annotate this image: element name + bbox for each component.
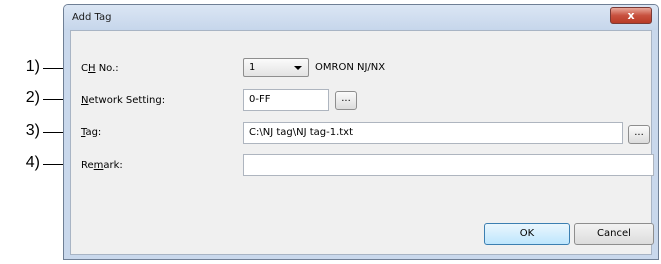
dialog-title: Add Tag (72, 12, 112, 23)
callout-3: 3) (25, 122, 40, 139)
remark-label: Remark: (81, 160, 123, 171)
cancel-button[interactable]: Cancel (574, 223, 654, 245)
tag-file-field[interactable]: C:\NJ tag\NJ tag-1.txt (243, 122, 623, 144)
callout-1: 1) (25, 58, 40, 75)
ch-no-value: 1 (249, 62, 256, 73)
tag-browse-button[interactable]: ... (628, 125, 650, 144)
close-button[interactable]: x (610, 7, 652, 24)
close-icon: x (627, 9, 635, 22)
ch-no-select[interactable]: 1 (243, 58, 309, 77)
remark-field[interactable] (243, 154, 654, 176)
chevron-down-icon (294, 66, 302, 70)
dialog-body: CH No.: 1 OMRON NJ/NX Network Setting: 0… (70, 30, 654, 255)
callout-4: 4) (25, 154, 40, 171)
ch-no-label: CH No.: (81, 63, 119, 74)
tag-label: Tag: (81, 127, 102, 138)
network-setting-browse-button[interactable]: ... (335, 91, 357, 110)
add-tag-dialog: Add Tag x CH No.: 1 OMRON NJ/NX Network … (63, 4, 659, 260)
network-setting-label: Network Setting: (81, 95, 166, 106)
title-bar[interactable]: Add Tag x (64, 5, 658, 30)
controller-model: OMRON NJ/NX (315, 62, 386, 73)
ok-button[interactable]: OK (484, 223, 570, 245)
callout-2: 2) (25, 89, 40, 106)
network-setting-field[interactable]: 0-FF (243, 89, 329, 111)
